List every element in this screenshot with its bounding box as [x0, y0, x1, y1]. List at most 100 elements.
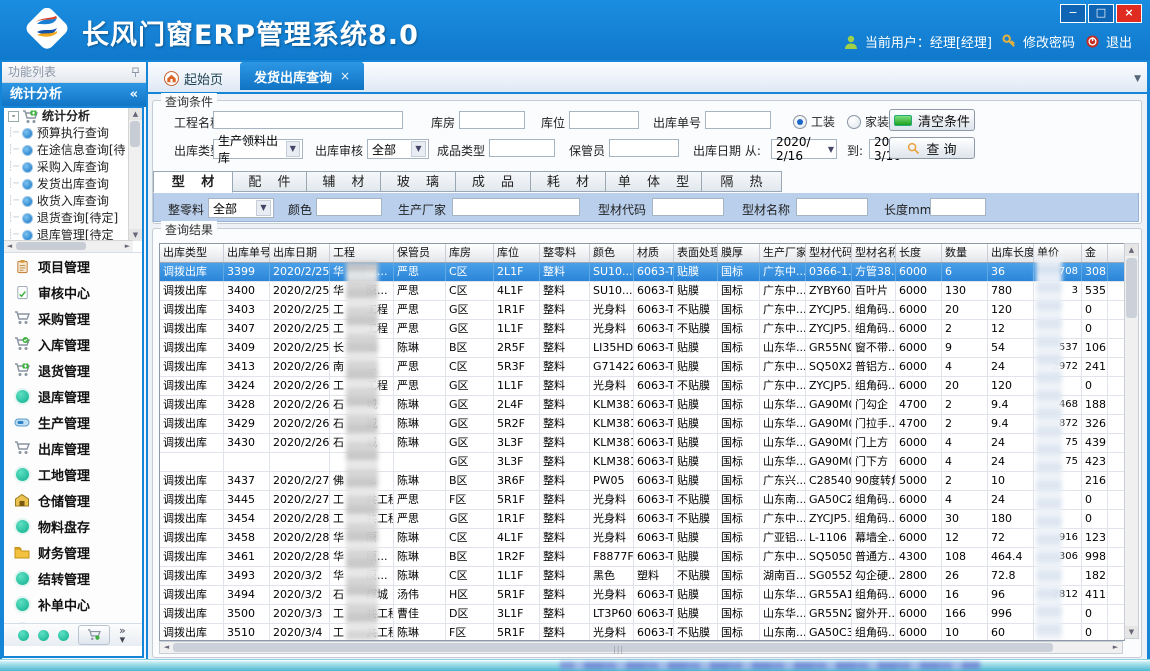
- column-header-型材名称[interactable]: 型材名称: [852, 244, 896, 262]
- module-item-财务管理[interactable]: 财务管理: [4, 539, 142, 565]
- table-row[interactable]: 调拨出库35002020/3/3工 共工程曹佳D区3L1F整料LT3P60606…: [160, 605, 1124, 624]
- material-tab-耗材[interactable]: 耗 材: [531, 171, 606, 192]
- module-item-入库管理[interactable]: 入库管理: [4, 331, 142, 357]
- module-item-物料盘存[interactable]: 物料盘存: [4, 513, 142, 539]
- column-header-工程[interactable]: 工程: [330, 244, 394, 262]
- material-tab-辅材[interactable]: 辅 材: [307, 171, 381, 192]
- table-row[interactable]: 调拨出库34372020/2/27佛 ...陈琳B区3R6F整料PW056063…: [160, 472, 1124, 491]
- maximize-button[interactable]: □: [1088, 4, 1114, 23]
- tab-close-icon[interactable]: ×: [340, 69, 350, 83]
- column-header-表面处理[interactable]: 表面处理: [674, 244, 718, 262]
- column-header-膜厚[interactable]: 膜厚: [718, 244, 760, 262]
- tree-root-stats[interactable]: -统计分析: [4, 108, 122, 125]
- tree-vertical-scrollbar[interactable]: ▲ ▼: [128, 108, 142, 241]
- column-header-出库长度[interactable]: 出库长度: [988, 244, 1034, 262]
- material-tab-单体型材[interactable]: 单 体 型 材: [606, 171, 702, 192]
- location-input[interactable]: [569, 111, 639, 129]
- scroll-right-icon[interactable]: ►: [1110, 643, 1121, 652]
- table-row[interactable]: 调拨出库34072020/2/25工 工程严思G区1L1F整料光身料6063-T…: [160, 320, 1124, 339]
- table-row[interactable]: 调拨出库34242020/2/26工 工程严思G区1L1F整料光身料6063-T…: [160, 377, 1124, 396]
- module-item-采购管理[interactable]: 采购管理: [4, 305, 142, 331]
- table-row[interactable]: 调拨出库34452020/2/27工 共工程严思F区5R1F整料光身料6063-…: [160, 491, 1124, 510]
- material-tab-成品[interactable]: 成 品: [456, 171, 531, 192]
- color-input[interactable]: [316, 198, 382, 216]
- product-type-input[interactable]: [489, 139, 555, 157]
- profile-code-input[interactable]: [652, 198, 724, 216]
- cart-shortcut-button[interactable]: [78, 625, 110, 645]
- module-item-补单中心[interactable]: 补单中心: [4, 591, 142, 617]
- column-header-出库单号[interactable]: 出库单号: [224, 244, 270, 262]
- length-input[interactable]: [930, 198, 986, 216]
- minimize-button[interactable]: −: [1060, 4, 1086, 23]
- column-header-材质[interactable]: 材质: [634, 244, 674, 262]
- column-header-整零料[interactable]: 整零料: [540, 244, 590, 262]
- search-button[interactable]: 查 询: [889, 137, 975, 159]
- logout-button[interactable]: 退出: [1085, 32, 1132, 51]
- table-horizontal-scrollbar[interactable]: ◄ ||| ►: [159, 641, 1123, 654]
- scroll-up-icon[interactable]: ▲: [129, 108, 142, 120]
- material-tab-配件[interactable]: 配 件: [233, 171, 307, 192]
- material-tab-型材[interactable]: 型 材: [153, 171, 233, 193]
- radio-jiazhuang[interactable]: 家装: [847, 113, 889, 130]
- keeper-input[interactable]: [609, 139, 679, 157]
- table-row[interactable]: 调拨出库34282020/2/26石 城陈琳G区2L4F整料KLM3817606…: [160, 396, 1124, 415]
- column-header-库位[interactable]: 库位: [494, 244, 540, 262]
- scroll-left-icon[interactable]: ◄: [4, 242, 15, 251]
- table-row[interactable]: 调拨出库33992020/2/25华 原...严思C区2L1F整料SU10...…: [160, 263, 1124, 282]
- tab-home[interactable]: 起始页: [154, 66, 233, 90]
- module-item-生产管理[interactable]: 生产管理: [4, 409, 142, 435]
- module-item-出库管理[interactable]: 出库管理: [4, 435, 142, 461]
- column-header-颜色[interactable]: 颜色: [590, 244, 634, 262]
- module-dot-icon[interactable]: [58, 630, 69, 641]
- module-item-审核中心[interactable]: 审核中心: [4, 279, 142, 305]
- column-header-数量[interactable]: 数量: [942, 244, 988, 262]
- table-row[interactable]: 调拨出库35102020/3/4工 共工程陈琳F区5R1F整料光身料6063-T…: [160, 624, 1124, 641]
- module-dot-icon[interactable]: [38, 630, 49, 641]
- tree-item-在途信息查询[待[interactable]: ┊─在途信息查询[待: [4, 142, 122, 159]
- table-row[interactable]: 调拨出库34932020/3/2华 原...陈琳C区1L1F整料黑色塑料不贴膜国…: [160, 567, 1124, 586]
- module-item-工地管理[interactable]: 工地管理: [4, 461, 142, 487]
- column-header-库房[interactable]: 库房: [446, 244, 494, 262]
- scroll-up-icon[interactable]: ▲: [1125, 244, 1138, 256]
- table-row[interactable]: 调拨出库34612020/2/28华 原...陈琳B区1R2F整料F8877FT…: [160, 548, 1124, 567]
- table-vscroll-thumb[interactable]: [1126, 258, 1137, 318]
- module-item-退库管理[interactable]: 退库管理: [4, 383, 142, 409]
- tree-item-预算执行查询[interactable]: ┊─预算执行查询: [4, 125, 122, 142]
- tree-expander-icon[interactable]: -: [8, 111, 19, 122]
- tab-shipment-outbound-query[interactable]: 发货出库查询 ×: [240, 62, 364, 90]
- tree-hscroll-thumb[interactable]: [16, 242, 86, 250]
- table-hscroll-thumb[interactable]: |||: [173, 643, 1053, 652]
- column-header-出库类型[interactable]: 出库类型: [160, 244, 224, 262]
- table-row[interactable]: 调拨出库34302020/2/26石 城陈琳G区3L3F整料KLM3817606…: [160, 434, 1124, 453]
- change-password-button[interactable]: 修改密码: [1002, 32, 1075, 51]
- scroll-right-icon[interactable]: ►: [122, 242, 133, 251]
- table-row[interactable]: 调拨出库34132020/2/26南 ...严思C区5R3F整料G7142260…: [160, 358, 1124, 377]
- material-tab-玻璃[interactable]: 玻 璃: [381, 171, 456, 192]
- tree-item-采购入库查询[interactable]: ┊─采购入库查询: [4, 159, 122, 176]
- project-name-input[interactable]: [213, 111, 403, 129]
- table-row[interactable]: 调拨出库34292020/2/26石 城陈琳G区5R2F整料KLM3817606…: [160, 415, 1124, 434]
- outbound-order-input[interactable]: [705, 111, 771, 129]
- module-item-项目管理[interactable]: 项目管理: [4, 253, 142, 279]
- column-header-出库日期[interactable]: 出库日期: [270, 244, 330, 262]
- tree-item-收货入库查询[interactable]: ┊─收货入库查询: [4, 193, 122, 210]
- module-item-结转管理[interactable]: 结转管理: [4, 565, 142, 591]
- more-buttons-chevron[interactable]: »▾: [119, 626, 126, 644]
- profile-name-input[interactable]: [796, 198, 868, 216]
- table-row[interactable]: 调拨出库34032020/2/25工 工程严思G区1R1F整料光身料6063-T…: [160, 301, 1124, 320]
- tree-horizontal-scrollbar[interactable]: ◄ ►: [4, 240, 133, 252]
- column-header-金[interactable]: 金: [1082, 244, 1108, 262]
- outbound-audit-select[interactable]: 全部▼: [367, 139, 429, 159]
- stats-section-header[interactable]: 统计分析 «: [2, 83, 146, 107]
- outbound-type-select[interactable]: 生产领料出库▼: [213, 139, 303, 159]
- table-row[interactable]: 调拨出库34542020/2/28工 共工程严思G区1R1F整料光身料6063-…: [160, 510, 1124, 529]
- tree-item-退货查询[待定][interactable]: ┊─退货查询[待定]: [4, 210, 122, 227]
- column-header-型材代码[interactable]: 型材代码: [806, 244, 852, 262]
- warehouse-input[interactable]: [459, 111, 525, 129]
- tree-vscroll-thumb[interactable]: [130, 121, 140, 147]
- table-row[interactable]: G区3L3F整料KLM38176063-T5贴膜国标山东华...GA90M09.…: [160, 453, 1124, 472]
- tree-item-发货出库查询[interactable]: ┊─发货出库查询: [4, 176, 122, 193]
- pin-icon[interactable]: [131, 67, 140, 78]
- manufacturer-input[interactable]: [452, 198, 580, 216]
- column-header-长度[interactable]: 长度: [896, 244, 942, 262]
